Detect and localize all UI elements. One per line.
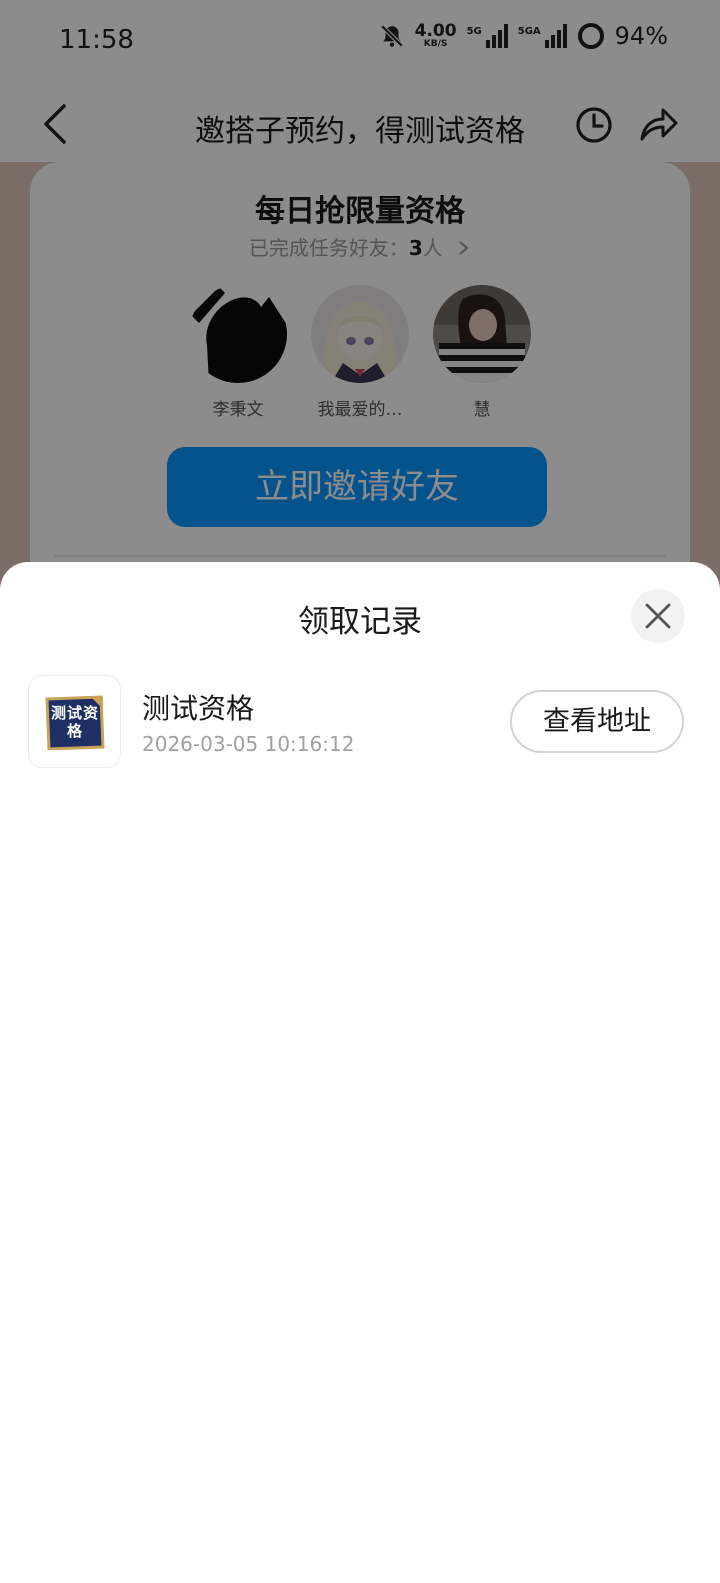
- claim-records-sheet: 领取记录 测试资格 测试资格 2026-03-05 10:16:12 查看地址: [0, 562, 720, 1583]
- view-address-button[interactable]: 查看地址: [510, 690, 684, 753]
- close-icon: [645, 603, 671, 629]
- record-name: 测试资格: [142, 692, 255, 725]
- sheet-title: 领取记录: [298, 604, 422, 640]
- ticket-label: 测试资格: [50, 704, 99, 740]
- record-time: 2026-03-05 10:16:12: [142, 732, 355, 756]
- record-item: 测试资格 测试资格 2026-03-05 10:16:12 查看地址: [28, 675, 688, 769]
- close-button[interactable]: [631, 589, 685, 643]
- record-thumbnail: 测试资格: [28, 675, 121, 768]
